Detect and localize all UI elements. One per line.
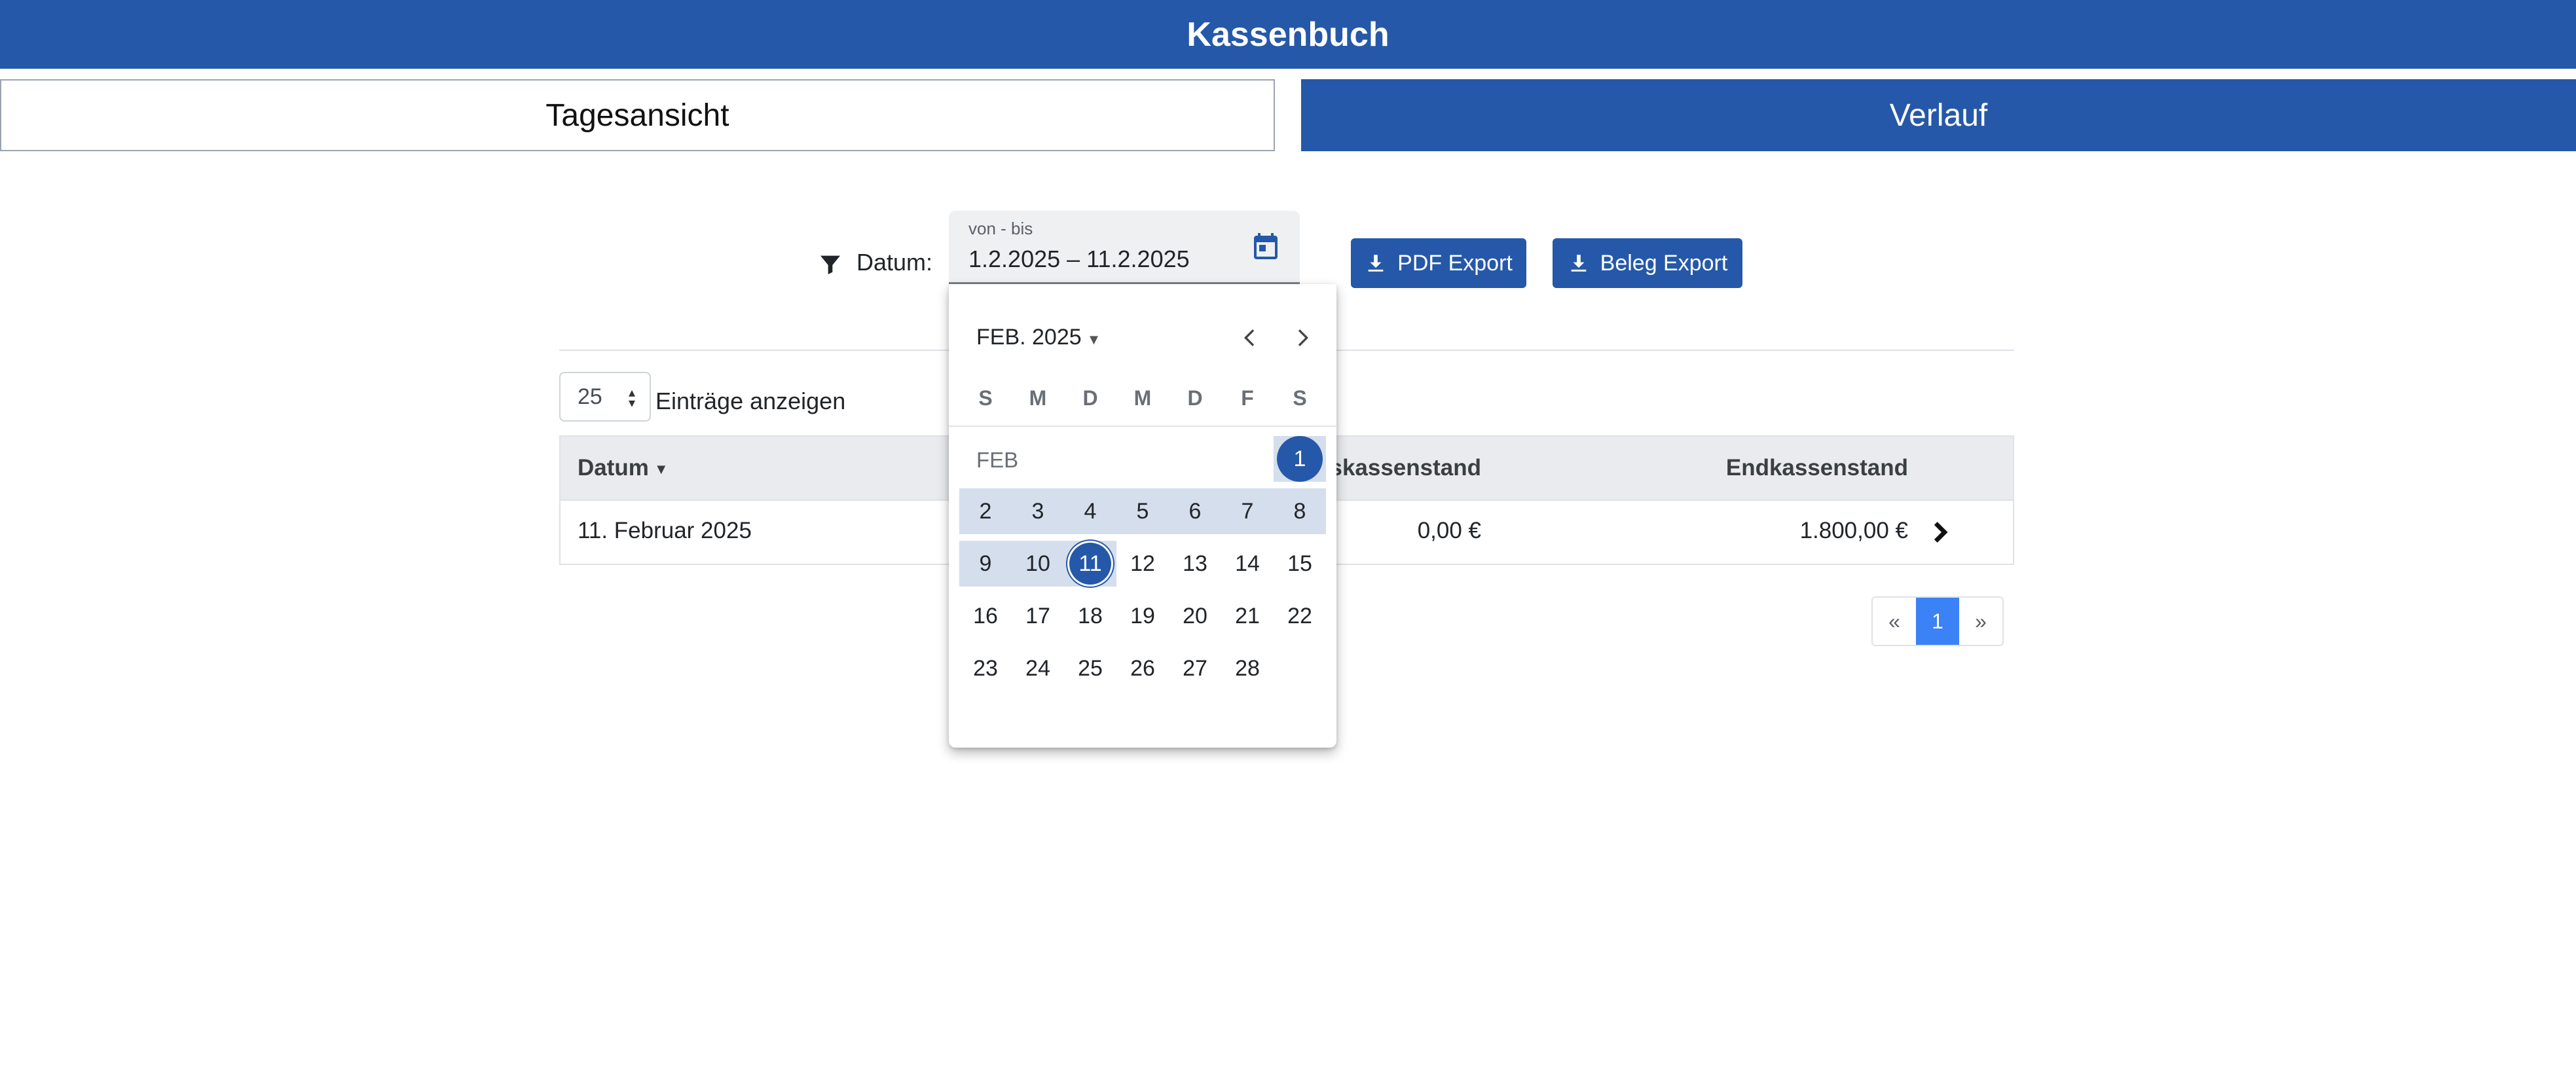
column-header-anfangskassenstand[interactable]: gskassenstand (1316, 455, 1481, 481)
pagination-next[interactable]: » (1959, 598, 2002, 645)
calendar-day[interactable]: 3 (1012, 488, 1064, 534)
calendar-day[interactable]: 18 (1064, 593, 1116, 639)
weekday-header: D (1187, 386, 1203, 410)
date-range-label: von - bis (968, 219, 1033, 238)
calendar-day[interactable]: 5 (1116, 488, 1169, 534)
calendar-day[interactable]: 7 (1221, 488, 1274, 534)
pdf-export-label: PDF Export (1397, 250, 1513, 276)
pagination-prev[interactable]: « (1873, 598, 1916, 645)
datepicker-popup: FEB. 2025 ▼ FEB S M D M D F S 1 2 3 4 5 6 7 8 9 10 11 12 13 1… (949, 284, 1336, 748)
cell-anfangskassenstand: 0,00 € (1417, 518, 1481, 543)
chevron-right-icon[interactable] (1930, 520, 1950, 544)
weekday-header: S (978, 386, 993, 410)
select-updown-icon: ▴ ▾ (628, 386, 635, 410)
download-icon (1368, 255, 1384, 272)
calendar-day[interactable]: 27 (1169, 645, 1221, 691)
calendar-day[interactable]: 19 (1116, 593, 1169, 639)
weekday-header: S (1293, 386, 1307, 410)
date-filter-label: Datum: (856, 249, 933, 276)
cell-datum: 11. Februar 2025 (578, 518, 752, 543)
calendar-day[interactable]: 21 (1221, 593, 1274, 639)
column-header-endkassenstand[interactable]: Endkassenstand (1726, 455, 1908, 481)
calendar-day[interactable]: 2 (959, 488, 1012, 534)
calendar-icon[interactable] (1250, 230, 1281, 262)
caret-down-icon: ▼ (1086, 331, 1101, 348)
pagination-page-1[interactable]: 1 (1916, 598, 1959, 645)
calendar-day[interactable]: 9 (959, 541, 1012, 587)
chevron-right-icon[interactable] (1289, 325, 1316, 351)
calendar-day[interactable]: 8 (1274, 488, 1326, 534)
calendar-day[interactable]: 6 (1169, 488, 1221, 534)
pdf-export-button[interactable]: PDF Export (1351, 238, 1526, 288)
calendar-day[interactable]: 22 (1274, 593, 1326, 639)
weekday-header: D (1082, 386, 1098, 410)
beleg-export-button[interactable]: Beleg Export (1553, 238, 1742, 288)
selected-day-marker: 11 (1067, 541, 1113, 587)
app-header: Kassenbuch (0, 0, 2576, 69)
date-range-value[interactable]: 1.2.2025 – 11.2.2025 (968, 245, 1190, 273)
download-icon (1571, 255, 1586, 272)
calendar-day[interactable]: 25 (1064, 645, 1116, 691)
datepicker-month-selector[interactable]: FEB. 2025 ▼ (976, 325, 1101, 350)
weekday-header: F (1241, 386, 1254, 410)
date-range-field[interactable]: von - bis 1.2.2025 – 11.2.2025 (949, 211, 1300, 284)
calendar-day[interactable]: 17 (1012, 593, 1064, 639)
selected-day-marker: 1 (1277, 436, 1323, 482)
calendar-day[interactable]: 14 (1221, 541, 1274, 587)
calendar-day[interactable]: 26 (1116, 645, 1169, 691)
beleg-export-label: Beleg Export (1600, 250, 1728, 276)
page-size-value: 25 (578, 384, 602, 409)
calendar-day[interactable]: 23 (959, 645, 1012, 691)
pagination: « 1 » (1871, 596, 2004, 646)
chevron-left-icon[interactable] (1237, 325, 1263, 351)
entries-label: Einträge anzeigen (655, 388, 846, 414)
tab-history[interactable]: Verlauf (1301, 79, 2576, 151)
calendar-day[interactable]: 15 (1274, 541, 1326, 587)
app-title: Kassenbuch (1187, 15, 1389, 54)
calendar-day[interactable]: 10 (1012, 541, 1064, 587)
datepicker-divider (949, 426, 1336, 427)
calendar-day[interactable]: 20 (1169, 593, 1221, 639)
calendar-day[interactable]: 12 (1116, 541, 1169, 587)
calendar-day[interactable]: 13 (1169, 541, 1221, 587)
calendar-day[interactable]: 11 (1064, 541, 1116, 587)
tab-daily-view[interactable]: Tagesansicht (0, 79, 1275, 151)
calendar-day[interactable]: 16 (959, 593, 1012, 639)
calendar-day[interactable]: 4 (1064, 488, 1116, 534)
cell-endkassenstand: 1.800,00 € (1799, 518, 1908, 543)
sort-desc-icon: ▼ (653, 460, 669, 477)
calendar-day[interactable]: 28 (1221, 645, 1274, 691)
weekday-header: M (1133, 386, 1152, 410)
calendar-day[interactable]: 24 (1012, 645, 1064, 691)
datepicker-month-abbrev: FEB (976, 448, 1019, 472)
filter-icon (820, 255, 840, 274)
column-header-datum[interactable]: Datum ▼ (578, 455, 669, 481)
page-size-select[interactable]: 25 ▴ ▾ (559, 372, 651, 422)
calendar-day[interactable]: 1 (1274, 436, 1326, 482)
weekday-header: M (1029, 386, 1047, 410)
